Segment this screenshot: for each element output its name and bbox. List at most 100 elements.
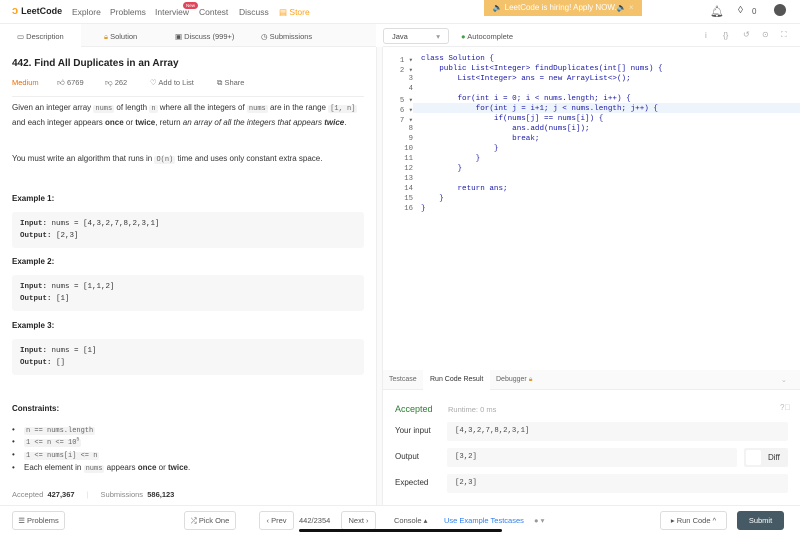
- code-line: }: [421, 195, 444, 203]
- line-number: 8: [408, 125, 413, 133]
- settings-icon[interactable]: ⊙: [762, 30, 769, 39]
- help-dropdown-icon[interactable]: ● ▾: [534, 516, 544, 525]
- code-line: public List<Integer> findDuplicates(int[…: [421, 65, 663, 73]
- example-3-box: Input: nums = [1] Output: []: [12, 339, 364, 375]
- console-button[interactable]: Console ▴: [394, 516, 427, 525]
- braces-icon[interactable]: {}: [723, 31, 728, 40]
- collapse-chevron-icon[interactable]: ⌄: [781, 376, 787, 384]
- tab-solution[interactable]: 🔒︎ Solution: [104, 32, 137, 42]
- code-line: }: [421, 165, 463, 173]
- reset-icon[interactable]: ↺: [743, 30, 750, 39]
- line-number: 14: [404, 185, 413, 193]
- new-badge: New: [183, 2, 199, 9]
- tab-discuss[interactable]: ▣ Discuss (999+): [175, 32, 234, 41]
- output-label: Output: [395, 452, 420, 461]
- code-line: for(int j = i+1; j < nums.length; j++) {: [421, 105, 658, 113]
- help-icon[interactable]: ?⃝: [780, 403, 790, 412]
- line-number: 4: [408, 85, 413, 93]
- panel-splitter[interactable]: [376, 47, 383, 505]
- line-number: 13: [404, 175, 413, 183]
- your-input-label: Your input: [395, 426, 431, 435]
- tab-submissions[interactable]: ◷ Submissions: [261, 32, 312, 41]
- code-line: }: [421, 205, 426, 213]
- tab-debugger[interactable]: Debugger 🔒︎: [496, 376, 532, 384]
- nav-store-label: Store: [289, 7, 310, 17]
- your-input-value: [4,3,2,7,8,2,3,1]: [447, 422, 788, 441]
- chevron-down-icon: ▾: [436, 32, 440, 41]
- fullscreen-icon[interactable]: ⛶: [781, 30, 787, 40]
- banner-text: 🔈 LeetCode is hiring! Apply NOW.🔈: [492, 3, 627, 12]
- logo[interactable]: ↄ LeetCode: [12, 5, 62, 17]
- code-line: for(int i = 0; i < nums.length; i++) {: [421, 95, 631, 103]
- pick-one-button[interactable]: ⤮ Pick One: [184, 511, 236, 530]
- line-number: 10: [404, 145, 413, 153]
- constraint-item: n == nums.length: [12, 425, 96, 435]
- nav-problems[interactable]: Problems: [110, 7, 146, 17]
- complexity-requirement: You must write an algorithm that runs in…: [12, 154, 323, 164]
- constraint-item: 1 <= nums[i] <= n: [12, 450, 100, 460]
- constraints-label: Constraints:: [12, 404, 60, 413]
- language-select[interactable]: Java ▾: [383, 28, 449, 44]
- prev-button[interactable]: ‹ Prev: [259, 511, 294, 530]
- acceptance-stats: Accepted 427,367 | Submissions 586,123: [12, 490, 175, 499]
- nav-contest[interactable]: Contest: [199, 7, 228, 17]
- expected-value: [2,3]: [447, 474, 788, 493]
- example-1-label: Example 1:: [12, 194, 55, 203]
- home-indicator: [299, 529, 502, 532]
- bell-icon[interactable]: 🔔︎: [710, 5, 724, 18]
- divider: [12, 96, 364, 97]
- code-editor[interactable]: 1 ▾ class Solution {2 ▾ public List<Integ…: [383, 53, 800, 368]
- result-status: Accepted: [395, 404, 433, 414]
- add-to-list-button[interactable]: ♡ Add to List: [150, 78, 194, 87]
- runtime: Runtime: 0 ms: [448, 405, 497, 414]
- expected-label: Expected: [395, 478, 429, 487]
- tab-description[interactable]: ▭ Description: [17, 32, 64, 41]
- problem-tabs: ▭ Description 🔒︎ Solution ▣ Discuss (999…: [0, 24, 376, 47]
- tab-testcase[interactable]: Testcase: [389, 376, 417, 383]
- example-3-label: Example 3:: [12, 321, 55, 330]
- example-2-box: Input: nums = [1,1,2] Output: [1]: [12, 275, 364, 311]
- editor-toolbar: Java ▾ ● Autocomplete i {} ↺ ⊙ ⛶: [383, 24, 800, 47]
- problem-description: Given an integer array nums of length n …: [12, 103, 358, 127]
- problem-title: 442. Find All Duplicates in an Array: [12, 58, 179, 69]
- line-number: 5 ▾: [399, 97, 413, 105]
- info-icon[interactable]: i: [705, 31, 707, 40]
- submit-button[interactable]: Submit: [737, 511, 784, 530]
- constraint-item: Each element in nums appears once or twi…: [12, 463, 190, 473]
- line-number: 16: [404, 205, 413, 213]
- example-1-box: Input: nums = [4,3,2,7,8,2,3,1] Output: […: [12, 212, 364, 248]
- thumbs-down-icon: 👎︎: [105, 78, 113, 87]
- line-number: 12: [404, 165, 413, 173]
- diff-toggle[interactable]: Diff: [744, 448, 788, 467]
- next-button[interactable]: Next ›: [341, 511, 376, 530]
- logo-icon: ↄ: [12, 5, 19, 17]
- diff-label: Diff: [768, 453, 780, 462]
- constraint-item: 1 <= n <= 105: [12, 437, 82, 448]
- line-number: 6 ▾: [399, 107, 413, 115]
- run-code-button[interactable]: ▸ Run Code ^: [660, 511, 727, 530]
- line-number: 3: [408, 75, 413, 83]
- line-number: 9: [408, 135, 413, 143]
- dislike-button[interactable]: 👎︎ 262: [105, 78, 127, 88]
- points-icon[interactable]: ◊: [738, 5, 743, 16]
- autocomplete-toggle[interactable]: ● Autocomplete: [461, 32, 513, 41]
- result-tabs: Testcase Run Code Result Debugger 🔒︎ ⌄: [383, 370, 800, 390]
- problems-button[interactable]: ☰ Problems: [12, 511, 65, 530]
- use-example-testcases-link[interactable]: Use Example Testcases: [444, 516, 524, 525]
- like-button[interactable]: 👍︎ 6769: [57, 78, 84, 88]
- close-icon[interactable]: ×: [629, 3, 634, 12]
- nav-discuss[interactable]: Discuss: [239, 7, 269, 17]
- example-2-label: Example 2:: [12, 257, 55, 266]
- points-count: 0: [752, 7, 757, 16]
- hiring-banner[interactable]: 🔈 LeetCode is hiring! Apply NOW.🔈 ×: [484, 0, 642, 16]
- nav-store[interactable]: ▤ Store: [279, 7, 310, 18]
- tab-run-code-result[interactable]: Run Code Result: [430, 376, 483, 383]
- avatar[interactable]: [774, 4, 786, 16]
- share-button[interactable]: ⧉ Share: [217, 78, 244, 88]
- code-line: List<Integer> ans = new ArrayList<>();: [421, 75, 631, 83]
- nav-explore[interactable]: Explore: [72, 7, 101, 17]
- heart-icon: ♡: [150, 78, 157, 87]
- line-number: 11: [404, 155, 413, 163]
- output-value: [3,2]: [447, 448, 737, 467]
- line-number: 2 ▾: [399, 67, 413, 75]
